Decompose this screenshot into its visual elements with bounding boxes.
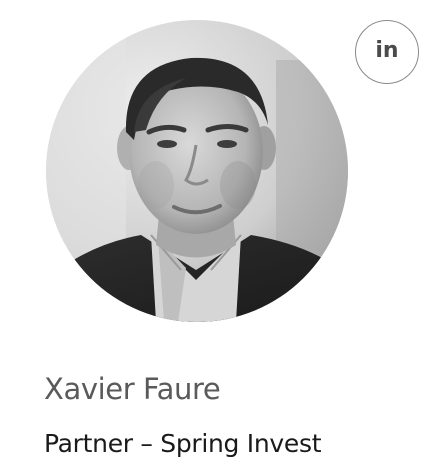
team-member-card: in Xavier Faure Partner – Spring Invest: [0, 0, 434, 474]
person-name: Xavier Faure: [44, 372, 221, 406]
avatar: [46, 20, 348, 322]
linkedin-button[interactable]: in: [355, 20, 419, 84]
portrait-photo: [46, 20, 348, 322]
person-role: Partner – Spring Invest: [44, 429, 322, 458]
linkedin-icon: in: [375, 38, 399, 63]
